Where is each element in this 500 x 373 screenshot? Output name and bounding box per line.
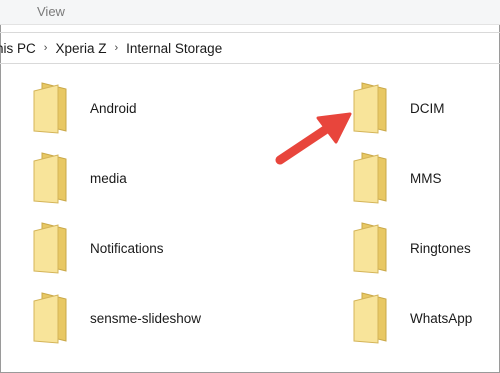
folder-label: WhatsApp <box>410 310 473 326</box>
address-bar[interactable]: his PC › Xperia Z › Internal Storage <box>0 32 500 64</box>
folder-label: sensme-slideshow <box>90 310 202 326</box>
folder-label: DCIM <box>410 100 445 116</box>
chevron-right-icon[interactable]: › <box>44 42 48 54</box>
folder-icon <box>33 292 67 344</box>
folder-icon <box>33 222 67 274</box>
folder-icon <box>33 82 67 134</box>
folder-item-media[interactable]: media <box>30 151 127 205</box>
folder-label: media <box>90 170 127 186</box>
folder-item-android[interactable]: Android <box>30 81 137 135</box>
folder-icon <box>353 292 387 344</box>
folder-item-whatsapp[interactable]: WhatsApp <box>350 291 472 345</box>
folder-item-sensme-slideshow[interactable]: sensme-slideshow <box>30 291 201 345</box>
folder-label: MMS <box>410 170 442 186</box>
breadcrumb-this-pc[interactable]: his PC <box>0 41 36 56</box>
folder-item-dcim[interactable]: DCIM <box>350 81 445 135</box>
menu-view[interactable]: View <box>37 4 65 19</box>
breadcrumb-xperia-z[interactable]: Xperia Z <box>55 41 106 56</box>
menu-bar: View <box>0 0 500 25</box>
folder-item-ringtones[interactable]: Ringtones <box>350 221 471 275</box>
breadcrumb-internal-storage[interactable]: Internal Storage <box>126 41 222 56</box>
folder-icon <box>353 222 387 274</box>
red-arrow-icon <box>275 112 352 165</box>
folder-item-mms[interactable]: MMS <box>350 151 442 205</box>
folder-label: Android <box>90 100 137 116</box>
folder-label: Notifications <box>90 240 164 256</box>
folder-list: Android DCIM media MMS Notifications Rin… <box>0 63 500 373</box>
folder-item-notifications[interactable]: Notifications <box>30 221 164 275</box>
chevron-right-icon[interactable]: › <box>114 42 118 54</box>
folder-icon <box>33 152 67 204</box>
folder-label: Ringtones <box>410 240 471 256</box>
